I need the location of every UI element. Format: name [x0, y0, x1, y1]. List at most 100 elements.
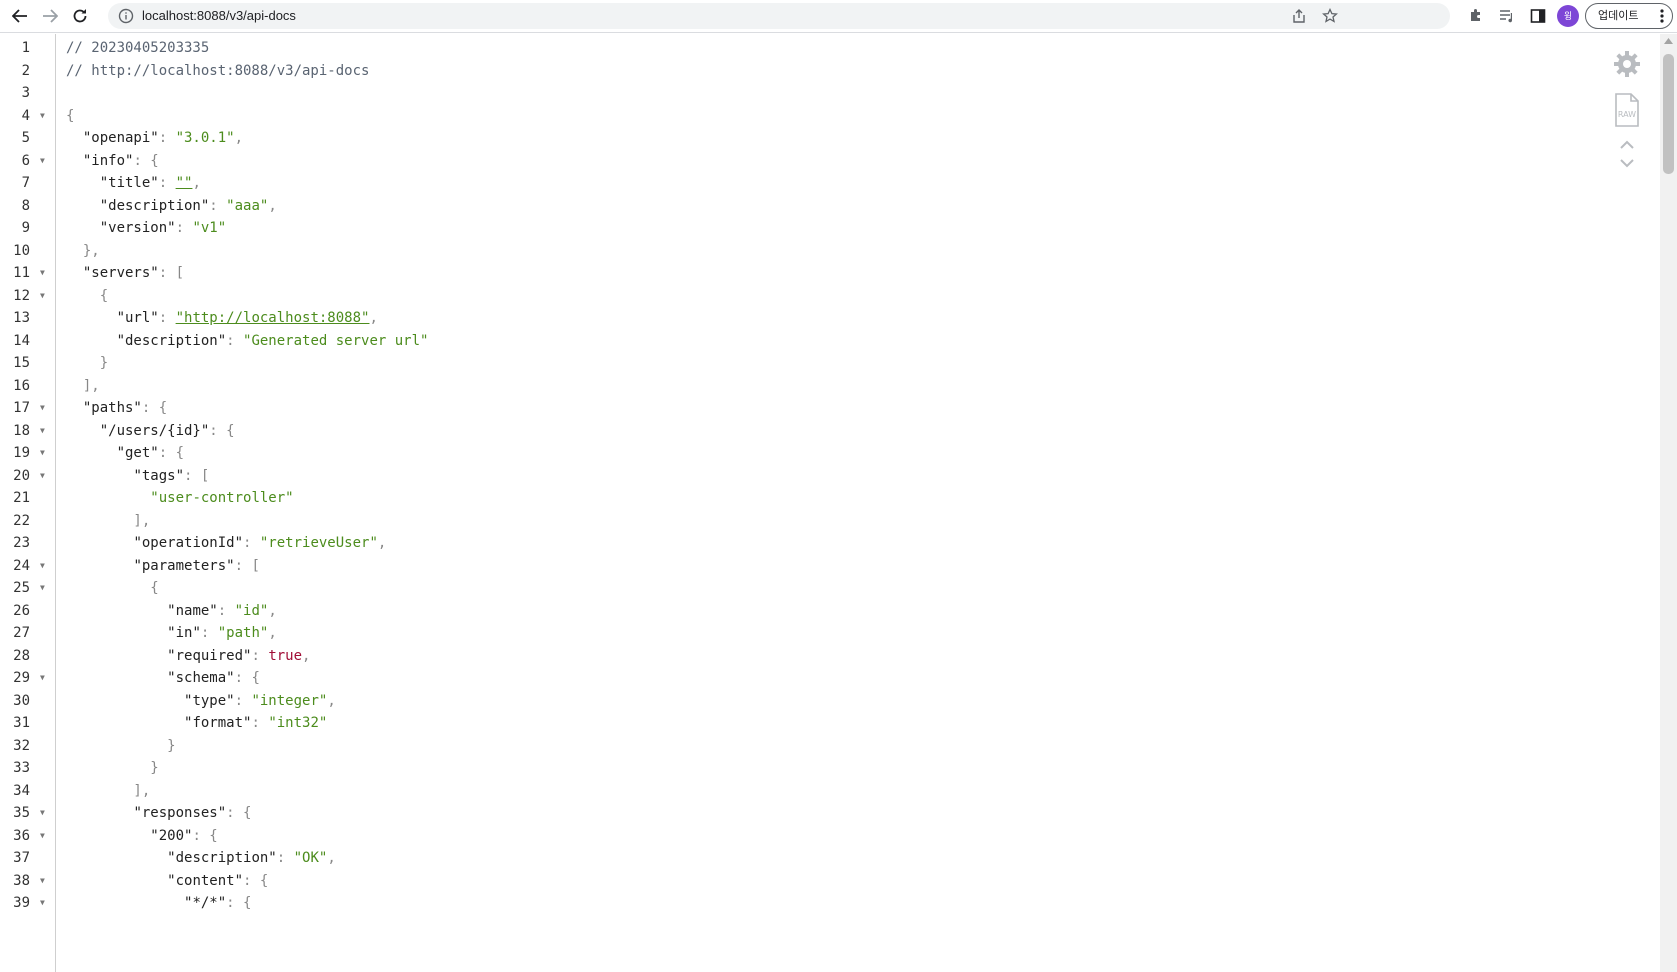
url-text[interactable]: localhost:8088/v3/api-docs — [142, 3, 296, 29]
line-number: 33 — [13, 760, 30, 776]
line-number: 16 — [13, 377, 30, 394]
puzzle-icon — [1471, 9, 1480, 21]
vertical-scrollbar[interactable] — [1660, 34, 1677, 972]
json-link-value[interactable]: "" — [176, 175, 193, 191]
json-key: "200" — [150, 827, 193, 844]
json-key: "format" — [184, 715, 252, 731]
extensions-button[interactable] — [1463, 3, 1489, 29]
code-line: 18 ▼ "/users/{id}": { — [0, 419, 1600, 443]
code-line: 21 "user-controller" — [0, 486, 1600, 510]
json-punctuation: } — [66, 760, 159, 776]
back-button[interactable] — [7, 3, 33, 29]
line-number: 7 — [21, 175, 30, 191]
info-icon[interactable] — [118, 8, 134, 24]
code-line: 34 ], — [0, 779, 1600, 803]
code-text: "format": "int32" — [66, 711, 327, 735]
fold-toggle-icon[interactable]: ▼ — [40, 104, 45, 128]
fold-toggle-icon[interactable]: ▼ — [40, 464, 45, 488]
json-key: "info" — [82, 152, 134, 169]
media-controls-button[interactable] — [1494, 3, 1520, 29]
code-line: 32 } — [0, 734, 1600, 758]
code-text: "servers": [ — [66, 261, 184, 285]
fold-toggle-icon[interactable]: ▼ — [40, 891, 45, 915]
json-key: "url" — [116, 310, 159, 326]
json-punctuation: : — [251, 715, 269, 731]
raw-view-button[interactable]: RAW — [1605, 90, 1649, 130]
code-line: 39 ▼ "*/*": { — [0, 891, 1600, 915]
json-punctuation — [66, 423, 100, 439]
code-line: 26 "name": "id", — [0, 599, 1600, 623]
json-punctuation: : — [217, 602, 235, 619]
json-string-value: "user-controller" — [150, 490, 294, 506]
json-key: "schema" — [167, 670, 235, 686]
json-punctuation — [66, 153, 83, 169]
fold-toggle-icon[interactable]: ▼ — [40, 441, 45, 465]
line-number: 29 — [13, 670, 30, 686]
json-punctuation: : — [158, 130, 176, 146]
json-punctuation — [66, 310, 117, 326]
scroll-up-arrow-icon[interactable] — [1664, 38, 1673, 44]
gear-icon — [1614, 51, 1640, 77]
fold-toggle-icon[interactable]: ▼ — [40, 869, 45, 893]
address-bar[interactable]: localhost:8088/v3/api-docs — [108, 3, 1450, 29]
line-number: 26 — [13, 602, 30, 619]
update-button[interactable]: 업데이트 — [1585, 3, 1673, 29]
code-line: 38 ▼ "content": { — [0, 869, 1600, 893]
share-icon[interactable] — [1291, 8, 1307, 29]
line-number: 30 — [13, 692, 30, 709]
line-number: 23 — [13, 535, 30, 551]
scrollbar-thumb[interactable] — [1663, 54, 1674, 174]
fold-toggle-icon[interactable]: ▼ — [40, 801, 45, 825]
json-key: "content" — [167, 872, 244, 889]
json-string-value: "retrieveUser" — [259, 535, 378, 551]
json-punctuation: ], — [66, 782, 151, 799]
collapse-all-button[interactable] — [1605, 136, 1649, 154]
fold-toggle-icon[interactable]: ▼ — [40, 261, 45, 285]
line-number: 22 — [13, 512, 30, 529]
fold-toggle-icon[interactable]: ▼ — [40, 149, 45, 173]
fold-toggle-icon[interactable]: ▼ — [40, 284, 45, 308]
json-punctuation: : — [209, 197, 227, 214]
json-key: "description" — [167, 850, 277, 866]
fold-toggle-icon[interactable]: ▼ — [40, 576, 45, 600]
more-vertical-icon — [1660, 9, 1664, 23]
json-punctuation: : — [175, 220, 193, 236]
profile-avatar[interactable]: 윙 — [1557, 5, 1579, 27]
json-key: "/users/{id}" — [99, 422, 210, 439]
fold-toggle-icon[interactable]: ▼ — [40, 419, 45, 443]
chevron-up-icon — [1620, 140, 1634, 149]
side-panel-icon — [1530, 9, 1546, 23]
code-line: 25 ▼ { — [0, 576, 1600, 600]
code-line: 17 ▼ "paths": { — [0, 396, 1600, 420]
fold-toggle-icon[interactable]: ▼ — [40, 554, 45, 578]
reload-button[interactable] — [67, 3, 93, 29]
code-text: } — [66, 351, 108, 375]
comment-token: // http://localhost:8088/v3/api-docs — [66, 62, 370, 79]
json-link-value[interactable]: "http://localhost:8088" — [176, 310, 370, 326]
bookmark-star-icon[interactable] — [1322, 7, 1338, 29]
fold-toggle-icon[interactable]: ▼ — [40, 824, 45, 848]
raw-file-icon: RAW — [1615, 93, 1639, 127]
json-punctuation: : — [158, 310, 176, 326]
line-number: 12 — [13, 287, 30, 304]
fold-toggle-icon[interactable]: ▼ — [40, 396, 45, 420]
forward-button[interactable] — [37, 3, 63, 29]
json-key: "openapi" — [82, 130, 159, 146]
json-boolean-value: true — [268, 647, 303, 664]
code-line: 31 "format": "int32" — [0, 711, 1600, 735]
json-string-value: "3.0.1" — [175, 130, 235, 146]
code-text: "name": "id", — [66, 599, 277, 623]
fold-toggle-icon[interactable]: ▼ — [40, 666, 45, 690]
json-punctuation — [66, 828, 150, 844]
code-text: "user-controller" — [66, 486, 294, 510]
json-punctuation: : — [243, 535, 260, 551]
settings-button[interactable] — [1605, 44, 1649, 84]
line-number: 3 — [21, 85, 30, 101]
side-panel-button[interactable] — [1525, 3, 1551, 29]
expand-all-button[interactable] — [1605, 154, 1649, 172]
code-line: 16 ], — [0, 374, 1600, 398]
code-line: 7 "title": "", — [0, 171, 1600, 195]
line-number: 28 — [13, 647, 30, 664]
code-text: "description": "aaa", — [66, 194, 277, 218]
code-text: "description": "Generated server url" — [66, 329, 429, 353]
